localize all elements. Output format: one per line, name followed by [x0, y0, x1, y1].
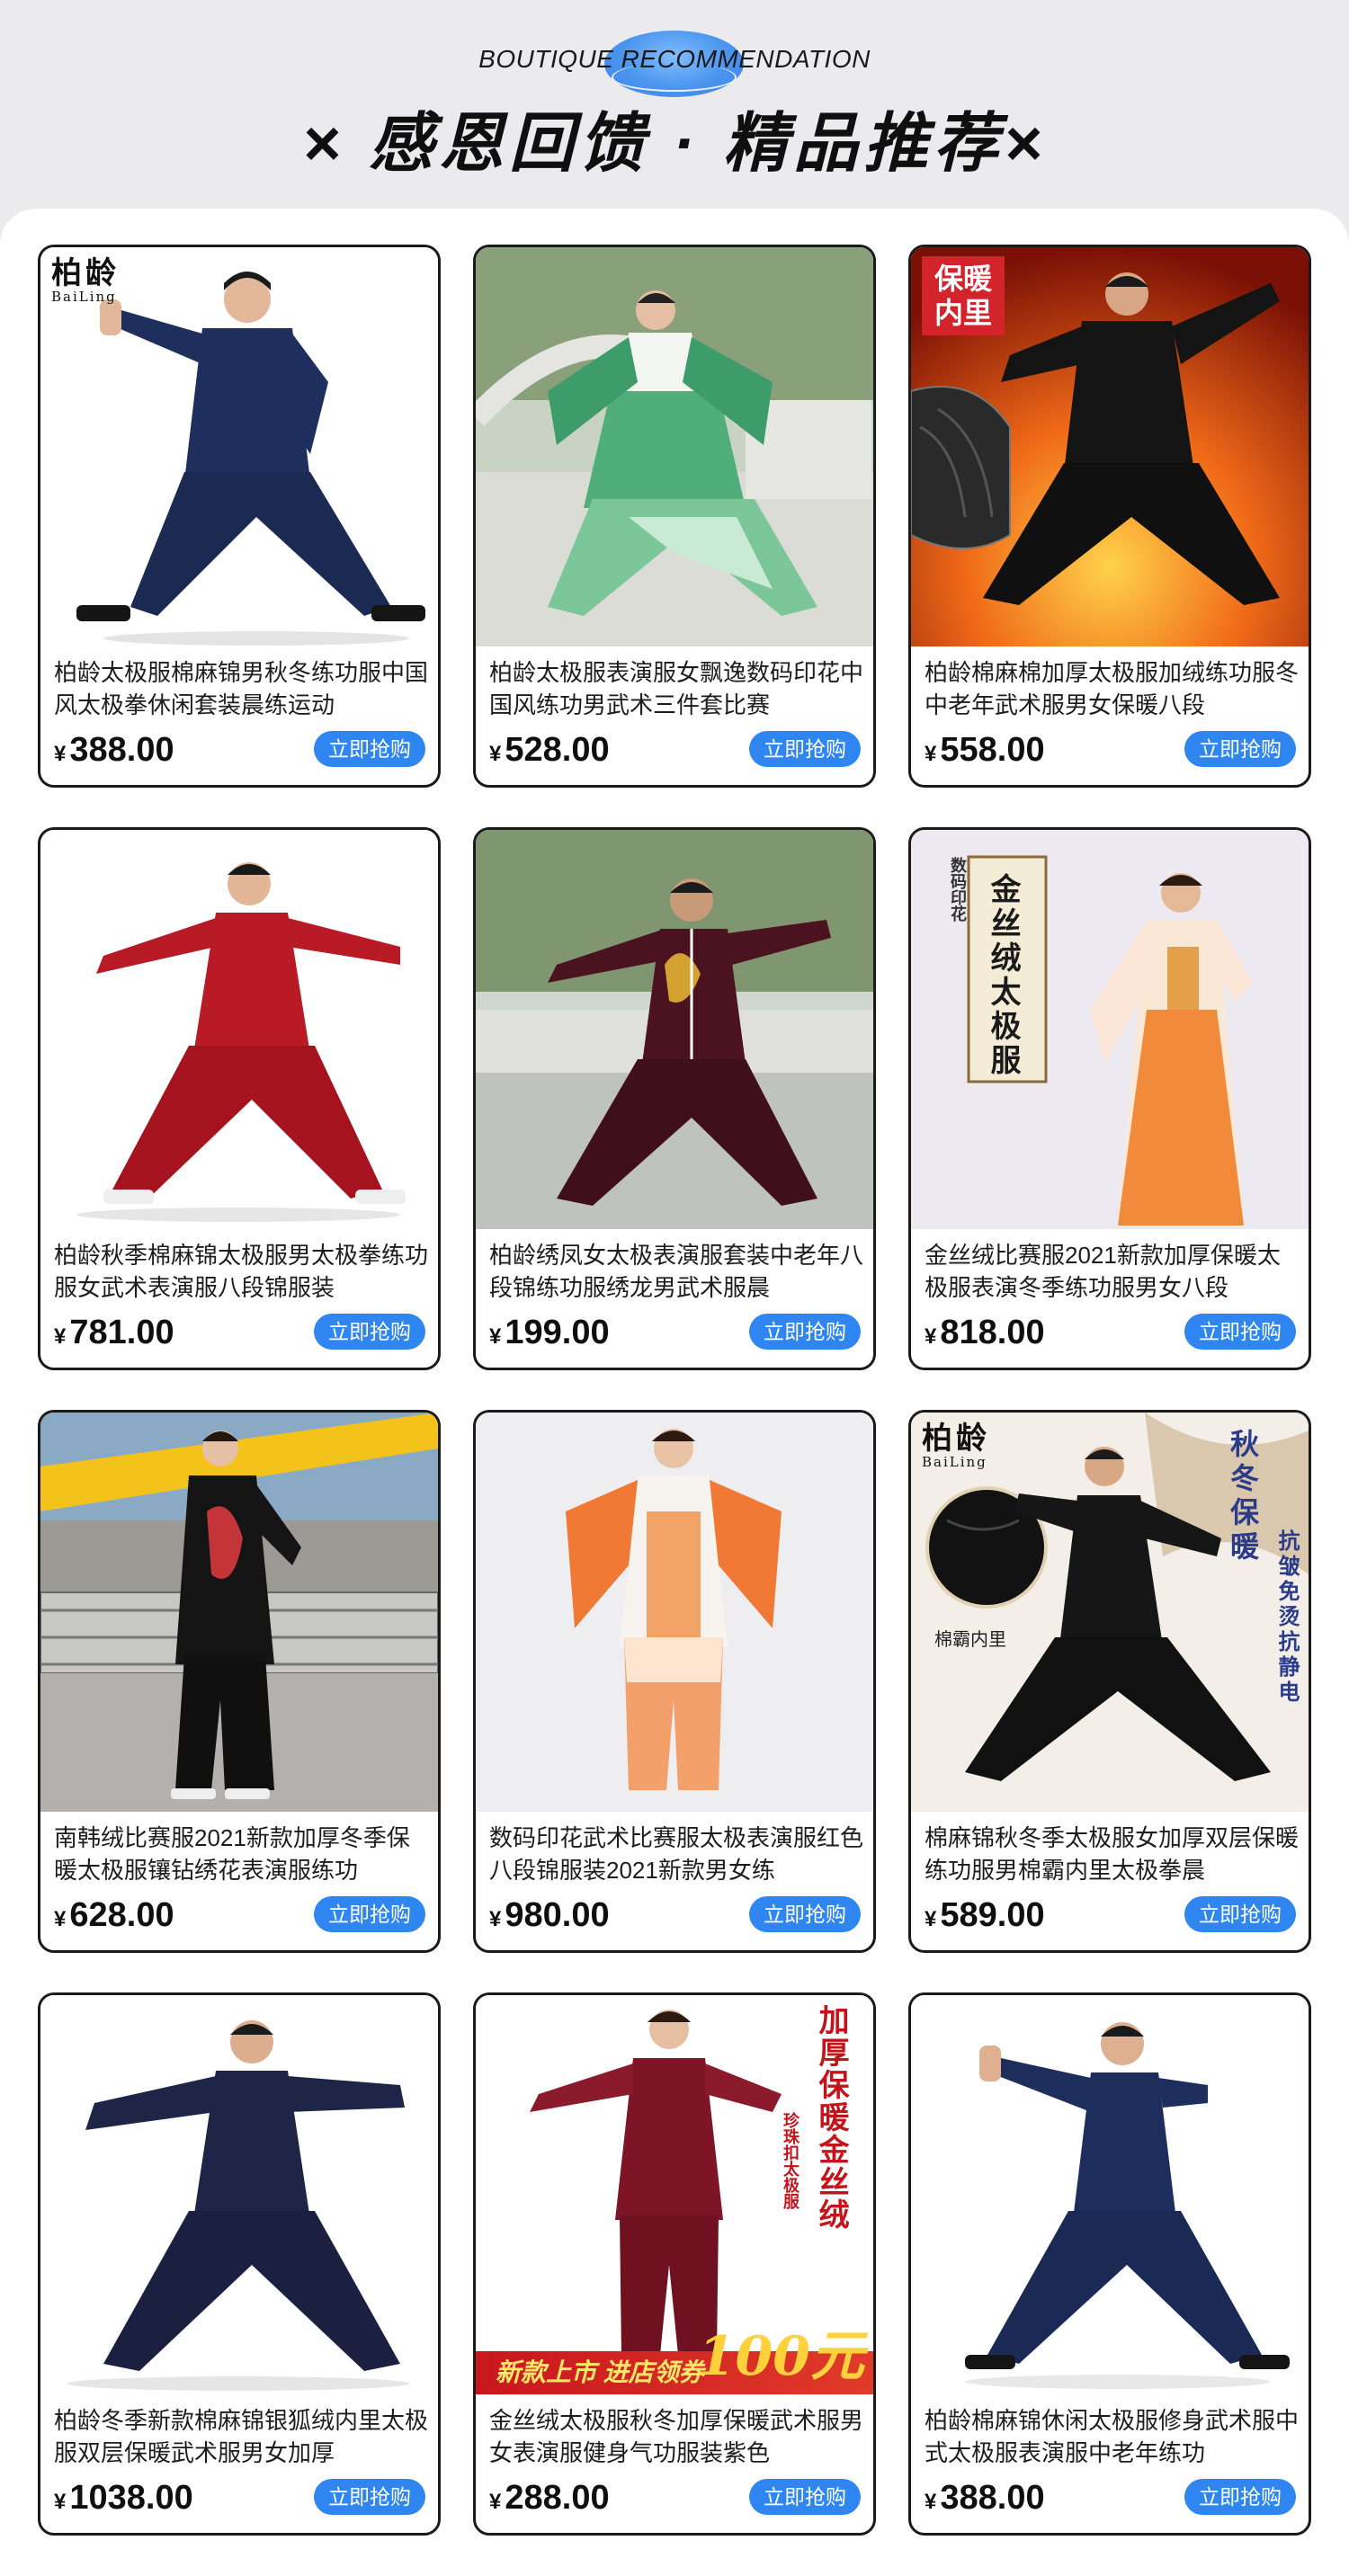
- product-title[interactable]: 柏龄棉麻锦休闲太极服修身武术服中式太极服表演服中老年练功: [925, 2404, 1300, 2469]
- buy-now-button[interactable]: 立即抢购: [749, 731, 861, 767]
- product-title[interactable]: 棉麻锦秋冬季太极服女加厚双层保暖练功服男棉霸内里太极拳晨: [925, 1822, 1300, 1886]
- product-image[interactable]: [40, 830, 438, 1229]
- english-subtitle: BOUTIQUE RECOMMENDATION: [478, 45, 871, 73]
- product-image[interactable]: [40, 1995, 438, 2394]
- product-card[interactable]: 加厚保暖金丝绒 珍珠扣太极服 新款上市 进店领券 100元 金丝绒太极服秋冬加厚…: [473, 1992, 876, 2536]
- warm-lining-tag: 保暖内里: [922, 256, 1005, 335]
- buy-now-button[interactable]: 立即抢购: [749, 2479, 861, 2515]
- buy-now-button[interactable]: 立即抢购: [1184, 1314, 1296, 1350]
- product-card[interactable]: 数码印花 金丝绒太极服 金丝绒比赛服2021新款加厚保暖太极服表演冬季练功服男女…: [908, 827, 1311, 1370]
- product-price: ¥628.00: [54, 1896, 174, 1934]
- buy-now-button[interactable]: 立即抢购: [749, 1314, 861, 1350]
- product-title[interactable]: 金丝绒太极服秋冬加厚保暖武术服男女表演服健身气功服装紫色: [489, 2404, 865, 2469]
- product-price: ¥288.00: [489, 2479, 610, 2517]
- product-title[interactable]: 柏龄绣凤女太极表演服套装中老年八段锦练功服绣龙男武术服晨: [489, 1239, 865, 1304]
- product-card[interactable]: 柏龄冬季新款棉麻锦银狐绒内里太极服双层保暖武术服男女加厚 ¥1038.00 立即…: [38, 1992, 441, 2536]
- product-image[interactable]: 保暖内里: [911, 247, 1309, 646]
- page-title: × 感恩回馈 · 精品推荐×: [301, 108, 1048, 180]
- digital-print-tag: 数码印花: [948, 857, 967, 922]
- product-card[interactable]: 柏龄 BaiLing 柏龄太极服棉麻锦男秋冬练功服中国风太极拳休闲套装晨练运动 …: [38, 245, 441, 788]
- product-card[interactable]: 柏龄绣凤女太极表演服套装中老年八段锦练功服绣龙男武术服晨 ¥199.00 立即抢…: [473, 827, 876, 1370]
- buy-now-button[interactable]: 立即抢购: [314, 1314, 425, 1350]
- scroll-banner-text: 金丝绒太极服: [985, 873, 1021, 1078]
- product-price: ¥781.00: [54, 1314, 174, 1351]
- product-title[interactable]: 柏龄太极服棉麻锦男秋冬练功服中国风太极拳休闲套装晨练运动: [54, 656, 430, 721]
- header: BOUTIQUE RECOMMENDATION × 感恩回馈 · 精品推荐×: [0, 0, 1349, 211]
- product-image[interactable]: 数码印花 金丝绒太极服: [911, 830, 1309, 1229]
- product-image[interactable]: 加厚保暖金丝绒 珍珠扣太极服 新款上市 进店领券 100元: [476, 1995, 873, 2394]
- product-price: ¥388.00: [54, 731, 174, 769]
- buy-now-button[interactable]: 立即抢购: [749, 1896, 861, 1932]
- product-title[interactable]: 南韩绒比赛服2021新款加厚冬季保暖太极服镶钻绣花表演服练功: [54, 1822, 430, 1886]
- product-title[interactable]: 柏龄棉麻棉加厚太极服加绒练功服冬中老年武术服男女保暖八段: [925, 656, 1300, 721]
- product-price: ¥388.00: [925, 2479, 1045, 2517]
- product-title[interactable]: 金丝绒比赛服2021新款加厚保暖太极服表演冬季练功服男女八段: [925, 1239, 1300, 1304]
- product-card[interactable]: 数码印花武术比赛服太极表演服红色八段锦服装2021新款男女练 ¥980.00 立…: [473, 1410, 876, 1953]
- product-image[interactable]: [911, 1995, 1309, 2394]
- product-card[interactable]: 保暖内里 柏龄棉麻棉加厚太极服加绒练功服冬中老年武术服男女保暖八段 ¥558.0…: [908, 245, 1311, 788]
- buy-now-button[interactable]: 立即抢购: [1184, 1896, 1296, 1932]
- product-price: ¥818.00: [925, 1314, 1045, 1351]
- product-card[interactable]: 柏龄棉麻锦休闲太极服修身武术服中式太极服表演服中老年练功 ¥388.00 立即抢…: [908, 1992, 1311, 2536]
- buy-now-button[interactable]: 立即抢购: [314, 2479, 425, 2515]
- buy-now-button[interactable]: 立即抢购: [1184, 2479, 1296, 2515]
- buy-now-button[interactable]: 立即抢购: [1184, 731, 1296, 767]
- product-card[interactable]: 柏龄秋季棉麻锦太极服男太极拳练功服女武术表演服八段锦服装 ¥781.00 立即抢…: [38, 827, 441, 1370]
- product-price: ¥1038.00: [54, 2479, 193, 2517]
- product-title[interactable]: 柏龄冬季新款棉麻锦银狐绒内里太极服双层保暖武术服男女加厚: [54, 2404, 430, 2469]
- product-price: ¥589.00: [925, 1896, 1045, 1934]
- product-image[interactable]: [40, 1413, 438, 1812]
- product-price: ¥558.00: [925, 731, 1045, 769]
- pearl-button-text: 珍珠扣太极服: [781, 2112, 800, 2209]
- product-image[interactable]: 柏龄 BaiLing: [40, 247, 438, 646]
- product-image[interactable]: [476, 1413, 873, 1812]
- product-title[interactable]: 数码印花武术比赛服太极表演服红色八段锦服装2021新款男女练: [489, 1822, 865, 1886]
- product-card[interactable]: 柏龄 BaiLing 秋冬保暖 抗皱免烫抗静电 棉霸内里 棉麻锦秋冬季太极服女加…: [908, 1410, 1311, 1953]
- product-image[interactable]: [476, 830, 873, 1229]
- inset-lining-label: 棉霸内里: [934, 1628, 1006, 1650]
- thick-warm-velvet-text: 加厚保暖金丝绒: [813, 2004, 849, 2231]
- product-card[interactable]: 柏龄太极服表演服女飘逸数码印花中国风练功男武术三件套比赛 ¥528.00 立即抢…: [473, 245, 876, 788]
- brand-logo: 柏龄 BaiLing: [922, 1421, 990, 1470]
- buy-now-button[interactable]: 立即抢购: [314, 731, 425, 767]
- autumn-winter-warm-text: 秋冬保暖: [1226, 1429, 1260, 1565]
- product-grid: 柏龄 BaiLing 柏龄太极服棉麻锦男秋冬练功服中国风太极拳休闲套装晨练运动 …: [38, 245, 1311, 2536]
- anti-wrinkle-text: 抗皱免烫抗静电: [1274, 1529, 1300, 1706]
- buy-now-button[interactable]: 立即抢购: [314, 1896, 425, 1932]
- product-image[interactable]: 柏龄 BaiLing 秋冬保暖 抗皱免烫抗静电 棉霸内里: [911, 1413, 1309, 1812]
- product-price: ¥980.00: [489, 1896, 610, 1934]
- product-price: ¥199.00: [489, 1314, 610, 1351]
- product-image[interactable]: [476, 247, 873, 646]
- brand-logo: 柏龄 BaiLing: [51, 255, 120, 305]
- product-title[interactable]: 柏龄秋季棉麻锦太极服男太极拳练功服女武术表演服八段锦服装: [54, 1239, 430, 1304]
- product-title[interactable]: 柏龄太极服表演服女飘逸数码印花中国风练功男武术三件套比赛: [489, 656, 865, 721]
- product-card[interactable]: 南韩绒比赛服2021新款加厚冬季保暖太极服镶钻绣花表演服练功 ¥628.00 立…: [38, 1410, 441, 1953]
- product-price: ¥528.00: [489, 731, 610, 769]
- coupon-amount: 100元: [697, 2325, 864, 2388]
